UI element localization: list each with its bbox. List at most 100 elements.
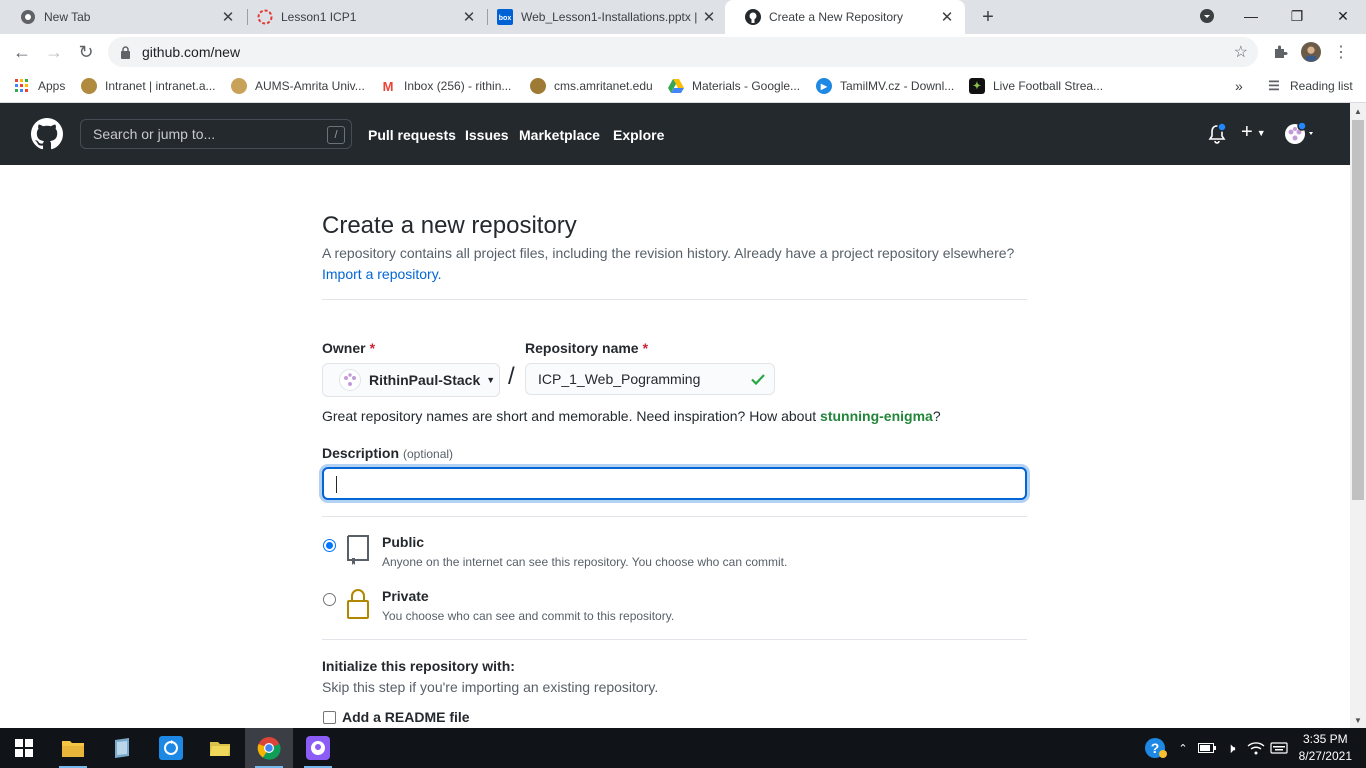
search-placeholder: Search or jump to...: [93, 126, 216, 142]
minimize-button[interactable]: —: [1228, 0, 1274, 32]
bookmark-football[interactable]: ✦ Live Football Strea...: [969, 76, 1103, 96]
help-tray-icon[interactable]: ?: [1142, 728, 1170, 768]
more-bookmarks-button[interactable]: »: [1235, 76, 1243, 96]
sync-app-icon[interactable]: [147, 728, 195, 768]
close-tab-icon[interactable]: ✕: [701, 9, 717, 26]
divider: [322, 639, 1027, 640]
gmail-icon: M: [382, 78, 394, 94]
nav-pull-requests[interactable]: Pull requests: [368, 127, 456, 143]
page-title: Create a new repository: [322, 212, 577, 239]
public-radio[interactable]: [323, 539, 336, 552]
chrome-menu-icon[interactable]: ⋮: [1331, 42, 1351, 62]
tab-new-tab[interactable]: New Tab ✕: [0, 0, 246, 34]
notifications-bell-icon[interactable]: [1207, 123, 1227, 145]
description-input[interactable]: [322, 467, 1027, 500]
text-cursor: [336, 476, 337, 493]
bookmark-star-icon[interactable]: ☆: [1234, 42, 1248, 62]
nav-marketplace[interactable]: Marketplace: [519, 127, 600, 143]
reload-button[interactable]: ↻: [72, 38, 100, 66]
apps-grid-icon: [14, 78, 30, 94]
caret-down-icon: ▼: [486, 375, 496, 385]
description-label-text: Description: [322, 445, 400, 461]
lesson-icon: [257, 9, 273, 25]
browser-toolbar: ← → ↻ github.com/new ☆ ⋮: [0, 34, 1366, 70]
keyboard-icon[interactable]: [1268, 728, 1290, 768]
address-bar[interactable]: github.com/new ☆: [108, 37, 1258, 67]
football-icon: ✦: [969, 78, 985, 94]
name-suggestion-link[interactable]: stunning-enigma: [820, 408, 933, 424]
wifi-icon[interactable]: [1245, 728, 1267, 768]
bookmark-materials[interactable]: Materials - Google...: [668, 76, 800, 96]
close-tab-icon[interactable]: ✕: [220, 9, 236, 26]
close-tab-icon[interactable]: ✕: [461, 9, 477, 26]
github-search-input[interactable]: Search or jump to... /: [80, 119, 352, 149]
amrita-icon: [530, 78, 546, 94]
tab-title: Lesson1 ICP1: [281, 10, 357, 24]
bookmark-intranet[interactable]: Intranet | intranet.a...: [81, 76, 216, 96]
hint-text: Great repository names are short and mem…: [322, 408, 821, 424]
bookmark-inbox[interactable]: M Inbox (256) - rithin...: [380, 76, 512, 96]
close-tab-icon[interactable]: ✕: [939, 9, 955, 26]
tab-search-icon[interactable]: [1184, 0, 1230, 32]
play-icon: ▶: [816, 78, 832, 94]
scrollbar-thumb[interactable]: [1352, 120, 1364, 500]
public-description: Anyone on the internet can see this repo…: [382, 555, 788, 569]
add-readme-checkbox[interactable]: [323, 711, 336, 724]
extensions-icon[interactable]: [1270, 42, 1290, 62]
plus-icon: +: [1241, 121, 1253, 143]
tab-web-lesson[interactable]: box Web_Lesson1-Installations.pptx | ✕: [477, 0, 727, 34]
notes-app-icon[interactable]: [98, 728, 146, 768]
add-readme-label[interactable]: Add a README file: [342, 709, 470, 725]
windows-start-icon[interactable]: [0, 728, 48, 768]
lock-icon[interactable]: [120, 45, 134, 59]
scroll-down-arrow-icon[interactable]: ▼: [1350, 712, 1366, 728]
file-explorer-icon[interactable]: [49, 728, 97, 768]
user-avatar-dropdown[interactable]: [1284, 123, 1316, 145]
nav-issues[interactable]: Issues: [465, 127, 509, 143]
optional-note: (optional): [403, 447, 454, 461]
bookmark-cms[interactable]: cms.amritanet.edu: [530, 76, 653, 96]
folder-app-icon[interactable]: [196, 728, 244, 768]
new-tab-button[interactable]: +: [976, 5, 1000, 29]
close-window-button[interactable]: ✕: [1320, 0, 1366, 32]
private-radio[interactable]: [323, 593, 336, 606]
github-logo-icon[interactable]: [31, 118, 63, 150]
system-clock[interactable]: 3:35 PM 8/27/2021: [1299, 731, 1352, 765]
bookmark-tamilmv[interactable]: ▶ TamilMV.cz - Downl...: [816, 76, 954, 96]
back-button[interactable]: ←: [8, 38, 36, 66]
bookmarks-bar: Apps Intranet | intranet.a... AUMS-Amrit…: [0, 70, 1366, 103]
search-shortcut-key: /: [327, 126, 345, 144]
chrome-taskbar-icon[interactable]: [245, 728, 293, 768]
scroll-up-arrow-icon[interactable]: ▲: [1350, 103, 1366, 119]
bookmark-label: Intranet | intranet.a...: [105, 79, 216, 93]
description-label: Description (optional): [322, 445, 453, 461]
repo-name-hint: Great repository names are short and mem…: [322, 408, 941, 424]
initialize-subtitle: Skip this step if you're importing an ex…: [322, 679, 659, 695]
bookmark-apps[interactable]: Apps: [14, 76, 65, 96]
owner-repo-separator: /: [508, 363, 515, 390]
reading-list-button[interactable]: ☰ Reading list: [1266, 76, 1353, 96]
windows-taskbar: ? ⌃ 🕨 3:35 PM 8/27/2021: [0, 728, 1366, 768]
private-title: Private: [382, 588, 429, 604]
chrome-icon: [20, 9, 36, 25]
github-desktop-icon[interactable]: [294, 728, 342, 768]
import-repository-link[interactable]: Import a repository.: [322, 266, 442, 282]
profile-avatar[interactable]: [1301, 42, 1321, 62]
page-scrollbar[interactable]: ▲ ▼: [1350, 103, 1366, 728]
tray-expand-icon[interactable]: ⌃: [1174, 728, 1192, 768]
public-title: Public: [382, 534, 425, 550]
battery-icon[interactable]: [1197, 728, 1217, 768]
create-new-dropdown[interactable]: + ▼: [1241, 121, 1266, 144]
volume-icon[interactable]: 🕨: [1220, 728, 1242, 768]
owner-select[interactable]: RithinPaul-Stack ▼: [322, 363, 500, 397]
repo-name-label-text: Repository name: [525, 340, 639, 356]
nav-explore[interactable]: Explore: [613, 127, 664, 143]
tab-title: Create a New Repository: [769, 10, 904, 24]
repository-name-input[interactable]: ICP_1_Web_Pogramming: [525, 363, 775, 395]
bookmark-aums[interactable]: AUMS-Amrita Univ...: [231, 76, 365, 96]
restore-button[interactable]: ❐: [1274, 0, 1320, 32]
tab-create-repo[interactable]: Create a New Repository ✕: [725, 0, 965, 34]
forward-button[interactable]: →: [40, 38, 68, 66]
google-drive-icon: [668, 78, 684, 94]
tab-lesson1[interactable]: Lesson1 ICP1 ✕: [237, 0, 487, 34]
